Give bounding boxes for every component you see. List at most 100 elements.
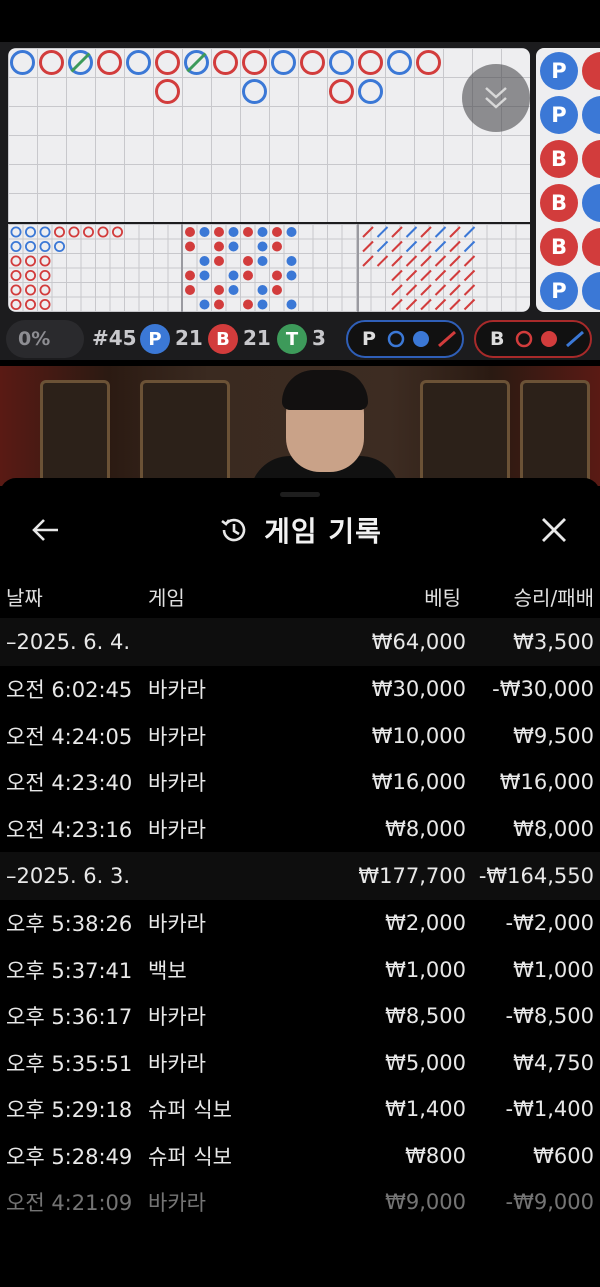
table-row[interactable]: 오후 5:38:26 바카라 ₩2,000 -₩2,000	[0, 900, 600, 947]
row-bet: ₩8,000	[385, 816, 466, 841]
small-road-mark	[257, 241, 268, 252]
small-road-mark	[243, 270, 253, 281]
big-eye-mark	[24, 299, 36, 311]
sheet-title: 게임 기록	[264, 515, 382, 548]
small-road-mark	[272, 227, 282, 237]
small-road-mark	[286, 256, 297, 266]
cockroach-mark	[420, 269, 432, 282]
table-row[interactable]: 오후 5:37:41 백보 ₩1,000 ₩1,000	[0, 947, 600, 994]
player-win-mark	[271, 50, 296, 75]
table-row[interactable]: 오후 5:36:17 바카라 ₩8,500 -₩8,500	[0, 993, 600, 1040]
table-row[interactable]: 오전 6:02:45 바카라 ₩30,000 -₩30,000	[0, 666, 600, 713]
table-row[interactable]: 오전 4:23:40 바카라 ₩16,000 ₩16,000	[0, 759, 600, 806]
table-row[interactable]: 오전 4:24:05 바카라 ₩10,000 ₩9,500	[0, 713, 600, 760]
row-game: 바카라	[148, 1051, 206, 1076]
shoe-percent-badge: 0%	[6, 320, 84, 358]
sheet-grabber[interactable]	[280, 492, 320, 497]
bead-partial	[582, 272, 600, 310]
cockroach-mark	[391, 226, 403, 238]
cockroach-mark	[463, 255, 476, 267]
cockroach-mark	[405, 226, 418, 238]
player-win-mark	[358, 79, 383, 104]
cockroach-mark	[376, 226, 389, 238]
banker-bead: B	[540, 228, 578, 266]
bead-plate: PPBBBP	[536, 48, 600, 312]
small-road-mark	[185, 270, 195, 281]
chevron-double-down-icon	[485, 87, 507, 109]
big-eye-mark	[24, 240, 36, 252]
big-eye-mark	[39, 284, 51, 296]
row-date: –2025. 6. 4.	[6, 630, 131, 654]
small-road-mark	[228, 285, 239, 295]
row-date: –2025. 6. 3.	[6, 864, 131, 888]
cockroach-mark	[463, 226, 476, 238]
table-row[interactable]: 오전 4:21:09 바카라 ₩9,000 -₩9,000	[0, 1179, 600, 1226]
row-bet: ₩16,000	[371, 770, 466, 795]
small-road-mark	[272, 270, 282, 281]
row-bet: ₩800	[405, 1143, 466, 1168]
predict-player-button[interactable]: P	[346, 320, 464, 358]
cockroach-mark	[434, 269, 447, 282]
row-game: 바카라	[148, 1191, 206, 1216]
row-bet: ₩2,000	[385, 911, 466, 936]
bead-partial	[582, 96, 600, 134]
column-result: 승리/패배	[513, 586, 594, 610]
table-row[interactable]: 오전 4:23:16 바카라 ₩8,000 ₩8,000	[0, 806, 600, 853]
cockroach-mark	[376, 255, 389, 267]
player-count: 21	[175, 326, 203, 350]
banker-win-mark	[242, 50, 267, 75]
cockroach-mark	[391, 269, 403, 282]
row-result: ₩8,000	[513, 816, 594, 841]
small-road-mark	[228, 270, 239, 281]
banker-big-eye-icon	[516, 330, 533, 348]
banker-count: 21	[243, 326, 271, 350]
backdrop-panel	[520, 380, 590, 486]
cockroach-mark	[434, 298, 447, 311]
big-eye-mark	[24, 226, 36, 238]
row-date: 오후 5:28:49	[6, 1144, 133, 1169]
small-road-mark	[199, 299, 210, 310]
live-dealer-video	[0, 366, 600, 486]
small-road-mark	[257, 256, 268, 266]
big-eye-mark	[39, 226, 51, 238]
collapse-scoreboard-button[interactable]	[462, 64, 530, 132]
small-road-mark	[257, 285, 268, 295]
big-eye-mark	[10, 240, 22, 252]
row-date: 오전 4:24:05	[6, 724, 133, 749]
big-road-marks	[10, 50, 441, 104]
history-table-body: –2025. 6. 4. ₩64,000 ₩3,500 오전 6:02:45 바카라 ₩3…	[0, 618, 600, 1226]
row-game: 백보	[148, 958, 187, 983]
cockroach-mark	[376, 240, 389, 253]
row-bet: ₩8,500	[385, 1004, 466, 1029]
table-row[interactable]: 오후 5:35:51 바카라 ₩5,000 ₩4,750	[0, 1040, 600, 1087]
row-date: 오전 4:23:16	[6, 817, 133, 842]
table-row[interactable]: 오후 5:29:18 슈퍼 식보 ₩1,400 -₩1,400	[0, 1086, 600, 1133]
small-road-mark	[185, 285, 195, 295]
big-eye-mark	[54, 240, 66, 252]
row-date: 오전 4:21:09	[6, 1191, 133, 1216]
table-row[interactable]: 오후 5:28:49 슈퍼 식보 ₩800 ₩600	[0, 1133, 600, 1180]
date-group-row[interactable]: –2025. 6. 4. ₩64,000 ₩3,500	[0, 618, 600, 666]
cockroach-mark	[420, 226, 432, 238]
row-date: 오후 5:35:51	[6, 1051, 133, 1076]
predict-banker-button[interactable]: B	[474, 320, 592, 358]
date-group-row[interactable]: –2025. 6. 3. ₩177,700 -₩164,550	[0, 852, 600, 900]
banker-cockroach-icon	[566, 330, 585, 348]
small-road-mark	[243, 256, 253, 266]
cockroach-mark	[420, 240, 432, 253]
row-result: -₩1,400	[505, 1097, 594, 1122]
small-road-mark	[199, 270, 210, 281]
big-eye-mark	[112, 226, 124, 238]
player-win-mark	[242, 79, 267, 104]
big-road-grid	[8, 48, 530, 222]
close-icon[interactable]	[534, 510, 574, 550]
big-eye-mark	[10, 270, 22, 282]
row-date: 오후 5:38:26	[6, 912, 133, 937]
cockroach-mark	[449, 255, 461, 267]
row-bet: ₩5,000	[385, 1050, 466, 1075]
cockroach-mark	[434, 226, 447, 238]
row-bet: ₩1,400	[385, 1097, 466, 1122]
cockroach-mark	[463, 284, 476, 296]
cockroach-mark	[463, 298, 476, 311]
game-history-sheet: 게임 기록 날짜 게임 베팅 승리/패배 –2025. 6. 4. ₩64,000…	[0, 478, 600, 1287]
